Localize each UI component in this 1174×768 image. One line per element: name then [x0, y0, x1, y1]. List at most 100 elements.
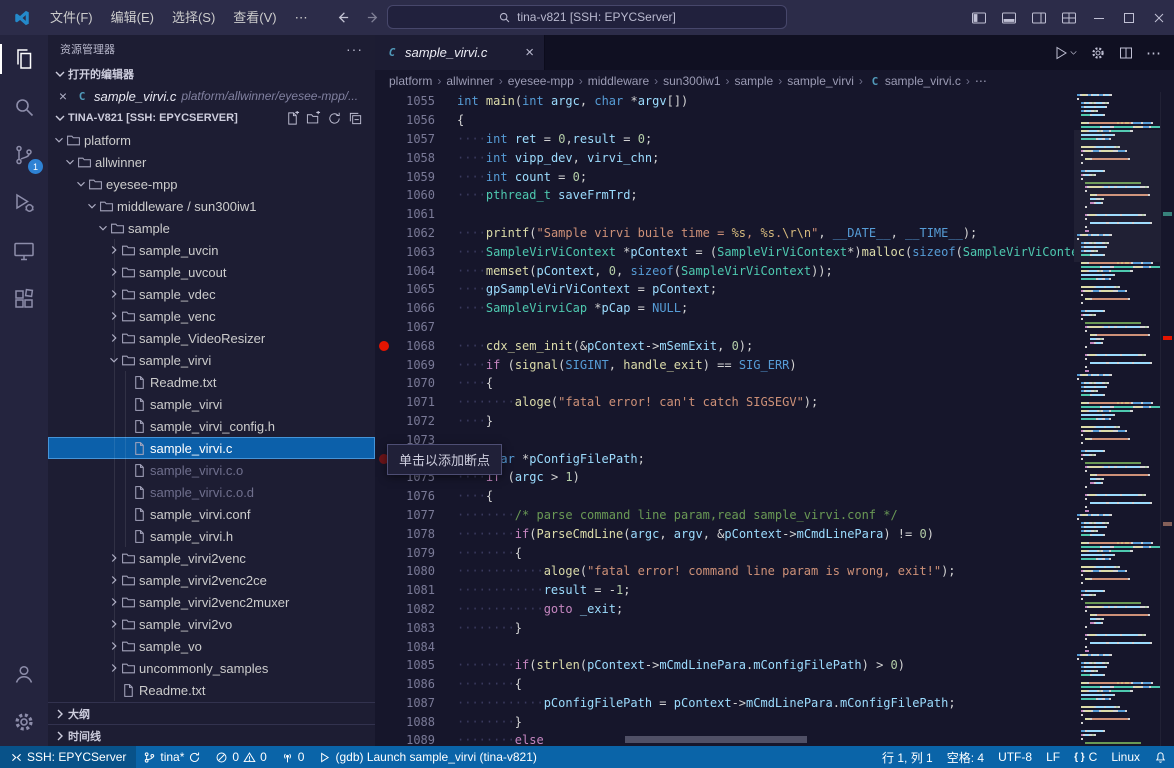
tree-item[interactable]: eyesee-mpp	[48, 173, 375, 195]
tree-item[interactable]: Readme.txt	[48, 679, 375, 701]
tree-item[interactable]: sample_virvi.c.o.d	[48, 481, 375, 503]
menu-item-3[interactable]: 查看(V)	[224, 0, 285, 35]
breakpoint-gutter[interactable]	[375, 242, 393, 261]
breakpoint-gutter[interactable]	[375, 712, 393, 731]
tree-item[interactable]: sample_virvi2venc2muxer	[48, 591, 375, 613]
minimize-icon[interactable]	[1084, 0, 1114, 35]
menu-item-2[interactable]: 选择(S)	[163, 0, 224, 35]
code-text[interactable]: ············pConfigFilePath = pContext->…	[435, 696, 956, 710]
toggle-sidebar-icon[interactable]	[964, 0, 994, 35]
forward-arrow-icon[interactable]	[366, 10, 381, 25]
workspace-header[interactable]: TINA-V821 [SSH: EPYCSERVER]	[48, 107, 375, 129]
breadcrumb-item[interactable]: platform	[389, 74, 432, 88]
code-text[interactable]: {	[435, 113, 464, 127]
code-text[interactable]: ····printf("Sample virvi buile time = %s…	[435, 226, 977, 240]
tree-item[interactable]: sample_virvi	[48, 393, 375, 415]
settings-gear-icon[interactable]	[0, 698, 48, 746]
code-text[interactable]: ············result = -1;	[435, 583, 630, 597]
breakpoint-gutter[interactable]	[375, 506, 393, 525]
tree-item[interactable]: sample_virvi.c	[48, 437, 375, 459]
tree-item[interactable]: sample_virvi.c.o	[48, 459, 375, 481]
breakpoint-gutter[interactable]	[375, 111, 393, 130]
breakpoint-icon[interactable]	[375, 336, 393, 355]
breakpoint-gutter[interactable]	[375, 224, 393, 243]
tree-item[interactable]: middleware / sun300iw1	[48, 195, 375, 217]
extensions-icon[interactable]	[0, 275, 48, 323]
tree-item[interactable]: platform	[48, 129, 375, 151]
breakpoint-gutter[interactable]	[375, 694, 393, 713]
breakpoint-gutter[interactable]	[375, 374, 393, 393]
code-text[interactable]: ····gpSampleVirViContext = pContext;	[435, 282, 717, 296]
code-text[interactable]: ········if(strlen(pContext->mCmdLinePara…	[435, 658, 905, 672]
code-text[interactable]: ········if(ParseCmdLine(argc, argv, &pCo…	[435, 527, 934, 541]
remote-indicator[interactable]: SSH: EPYCServer	[0, 746, 136, 768]
breakpoint-gutter[interactable]	[375, 318, 393, 337]
tree-item[interactable]: Readme.txt	[48, 371, 375, 393]
tree-item[interactable]: sample	[48, 217, 375, 239]
breakpoint-gutter[interactable]	[375, 731, 393, 746]
breakpoint-gutter[interactable]	[375, 581, 393, 600]
breakpoint-gutter[interactable]	[375, 412, 393, 431]
code-text[interactable]: ····int count = 0;	[435, 170, 587, 184]
breakpoint-gutter[interactable]	[375, 261, 393, 280]
command-center-search[interactable]: tina-v821 [SSH: EPYCServer]	[387, 5, 787, 29]
breakpoint-gutter[interactable]	[375, 92, 393, 111]
open-editor-item[interactable]: × C sample_virvi.c platform/allwinner/ey…	[48, 85, 375, 107]
breakpoint-gutter[interactable]	[375, 299, 393, 318]
new-folder-icon[interactable]	[306, 111, 321, 126]
cursor-position[interactable]: 行 1, 列 1	[875, 746, 940, 768]
language-mode[interactable]: { } C	[1067, 746, 1104, 768]
overview-ruler[interactable]	[1160, 92, 1174, 746]
tree-item[interactable]: uncommonly_samples	[48, 657, 375, 679]
breadcrumb-item[interactable]: Csample_virvi.c	[868, 74, 961, 88]
source-control-icon[interactable]: 1	[0, 131, 48, 179]
code-text[interactable]: ····SampleVirViContext *pContext = (Samp…	[435, 245, 1074, 259]
code-text[interactable]: ············goto _exit;	[435, 602, 623, 616]
code-text[interactable]: ····pthread_t saveFrmTrd;	[435, 188, 638, 202]
tree-item[interactable]: sample_virvi2vo	[48, 613, 375, 635]
tree-item[interactable]: sample_virvi	[48, 349, 375, 371]
refresh-icon[interactable]	[327, 111, 342, 126]
code-text[interactable]: ········/* parse command line param,read…	[435, 508, 898, 522]
close-editor-icon[interactable]: ×	[56, 88, 70, 104]
new-file-icon[interactable]	[285, 111, 300, 126]
breakpoint-gutter[interactable]	[375, 167, 393, 186]
close-icon[interactable]	[1144, 0, 1174, 35]
gear-icon[interactable]	[1090, 45, 1106, 61]
tree-item[interactable]: sample_uvcout	[48, 261, 375, 283]
code-text[interactable]: ········}	[435, 715, 522, 729]
tree-item[interactable]: sample_uvcin	[48, 239, 375, 261]
tab-close-icon[interactable]: ×	[525, 44, 534, 61]
breakpoint-gutter[interactable]	[375, 562, 393, 581]
breadcrumb-item[interactable]: sample	[735, 74, 774, 88]
code-text[interactable]: ····SampleVirviCap *pCap = NULL;	[435, 301, 688, 315]
run-or-debug-icon[interactable]	[1053, 45, 1078, 61]
debug-launch-status[interactable]: (gdb) Launch sample_virvi (tina-v821)	[311, 746, 543, 768]
split-editor-icon[interactable]	[1118, 45, 1134, 61]
minimap-slider[interactable]	[1074, 130, 1160, 262]
tree-item[interactable]: allwinner	[48, 151, 375, 173]
code-text[interactable]: ········aloge("fatal error! can't catch …	[435, 395, 818, 409]
code-text[interactable]: ············aloge("fatal error! command …	[435, 564, 956, 578]
menu-item-1[interactable]: 编辑(E)	[102, 0, 163, 35]
tree-item[interactable]: sample_vdec	[48, 283, 375, 305]
toggle-panel-icon[interactable]	[994, 0, 1024, 35]
code-text[interactable]: ········{	[435, 546, 522, 560]
code-text[interactable]: ····int vipp_dev, virvi_chn;	[435, 151, 659, 165]
code-text[interactable]: ····{	[435, 489, 493, 503]
tree-item[interactable]: sample_vo	[48, 635, 375, 657]
breakpoint-gutter[interactable]	[375, 148, 393, 167]
run-debug-icon[interactable]	[0, 179, 48, 227]
collapse-all-icon[interactable]	[348, 111, 363, 126]
tree-item[interactable]: sample_virvi.h	[48, 525, 375, 547]
git-branch-status[interactable]: tina*	[136, 746, 208, 768]
code-text[interactable]: ····memset(pContext, 0, sizeof(SampleVir…	[435, 264, 833, 278]
breadcrumb-item[interactable]: sample_virvi	[787, 74, 854, 88]
tree-item[interactable]: sample_virvi_config.h	[48, 415, 375, 437]
minimap[interactable]	[1074, 92, 1160, 746]
breakpoint-gutter[interactable]	[375, 524, 393, 543]
breadcrumb-item[interactable]: sun300iw1	[663, 74, 720, 88]
horizontal-scrollbar[interactable]	[625, 736, 807, 743]
code-text[interactable]: ········{	[435, 677, 522, 691]
eol-sequence[interactable]: LF	[1039, 746, 1067, 768]
